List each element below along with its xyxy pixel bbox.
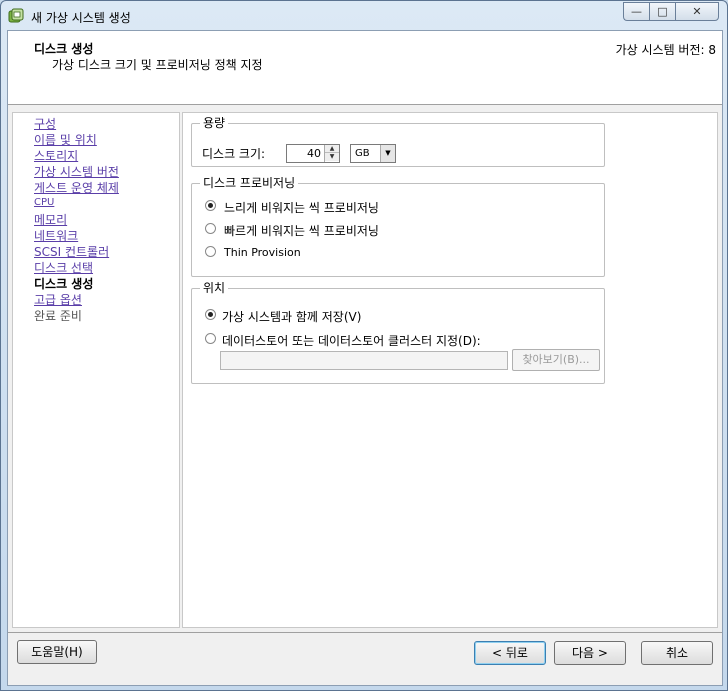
- nav-item-storage[interactable]: 스토리지: [34, 147, 78, 164]
- back-button[interactable]: < 뒤로: [474, 641, 546, 665]
- disk-size-spinner[interactable]: 40 ▲ ▼: [286, 144, 340, 163]
- nav-item-ready-to-complete: 완료 준비: [34, 309, 82, 323]
- disk-unit-value: GB: [355, 148, 370, 159]
- wizard-header: 디스크 생성 가상 디스크 크기 및 프로비저닝 정책 지정 가상 시스템 버전…: [8, 31, 722, 105]
- help-button[interactable]: 도움말(H): [17, 640, 97, 664]
- window-controls: — □ ✕: [623, 2, 719, 21]
- nav-item-name-location[interactable]: 이름 및 위치: [34, 131, 97, 148]
- vm-app-icon: [8, 8, 24, 23]
- wizard-step-nav: 구성 이름 및 위치 스토리지 가상 시스템 버전 게스트 운영 체제 CPU …: [12, 112, 180, 628]
- window-title: 새 가상 시스템 생성: [31, 11, 131, 25]
- nav-item-select-disk[interactable]: 디스크 선택: [34, 259, 93, 276]
- cancel-button[interactable]: 취소: [641, 641, 713, 665]
- specify-datastore-radio[interactable]: [205, 333, 216, 344]
- vm-version-label: 가상 시스템 버전: 8: [615, 43, 716, 57]
- eager-zeroed-label[interactable]: 빠르게 비워지는 씩 프로비저닝: [224, 222, 379, 239]
- nav-item-scsi-controller[interactable]: SCSI 컨트롤러: [34, 243, 109, 260]
- datastore-path-input: [220, 351, 508, 370]
- lazy-zeroed-radio[interactable]: [205, 200, 216, 211]
- store-with-vm-label[interactable]: 가상 시스템과 함께 저장(V): [222, 308, 361, 325]
- wizard-content: 용량 디스크 크기: 40 ▲ ▼ GB ▼ 디스크 프로비저닝 느리게 비워지: [182, 112, 718, 628]
- spinner-down-arrow-icon[interactable]: ▼: [325, 153, 339, 161]
- lazy-zeroed-label[interactable]: 느리게 비워지는 씩 프로비저닝: [224, 199, 379, 216]
- nav-item-advanced-options[interactable]: 고급 옵션: [34, 291, 82, 308]
- nav-item-network[interactable]: 네트워크: [34, 227, 78, 244]
- minimize-button[interactable]: —: [623, 2, 649, 21]
- page-subtitle: 가상 디스크 크기 및 프로비저닝 정책 지정: [52, 58, 263, 72]
- footer-divider: [8, 632, 722, 633]
- maximize-button[interactable]: □: [649, 2, 675, 21]
- capacity-group: 용량 디스크 크기: 40 ▲ ▼ GB ▼: [191, 116, 605, 167]
- chevron-down-icon[interactable]: ▼: [380, 145, 395, 162]
- location-legend: 위치: [200, 281, 229, 295]
- nav-item-vm-version[interactable]: 가상 시스템 버전: [34, 163, 119, 180]
- disk-size-label: 디스크 크기:: [202, 147, 266, 161]
- spinner-up-arrow-icon[interactable]: ▲: [325, 145, 339, 153]
- wizard-client-area: 디스크 생성 가상 디스크 크기 및 프로비저닝 정책 지정 가상 시스템 버전…: [7, 30, 723, 686]
- title-bar[interactable]: 새 가상 시스템 생성 — □ ✕: [1, 1, 727, 31]
- spinner-arrows: ▲ ▼: [324, 145, 339, 162]
- location-group: 위치 가상 시스템과 함께 저장(V) 데이터스토어 또는 데이터스토어 클러스…: [191, 281, 605, 384]
- nav-item-memory[interactable]: 메모리: [34, 211, 67, 228]
- disk-unit-select[interactable]: GB ▼: [350, 144, 396, 163]
- nav-item-guest-os[interactable]: 게스트 운영 체제: [34, 179, 119, 196]
- nav-item-config[interactable]: 구성: [34, 115, 56, 132]
- thin-provision-label[interactable]: Thin Provision: [224, 246, 301, 259]
- wizard-window: 새 가상 시스템 생성 — □ ✕ 디스크 생성 가상 디스크 크기 및 프로비…: [0, 0, 728, 691]
- provisioning-group: 디스크 프로비저닝 느리게 비워지는 씩 프로비저닝 빠르게 비워지는 씩 프로…: [191, 176, 605, 277]
- close-button[interactable]: ✕: [675, 2, 719, 21]
- page-title: 디스크 생성: [34, 42, 94, 56]
- specify-datastore-label[interactable]: 데이터스토어 또는 데이터스토어 클러스터 지정(D):: [222, 332, 481, 349]
- next-button[interactable]: 다음 >: [554, 641, 626, 665]
- nav-item-create-disk: 디스크 생성: [34, 277, 94, 291]
- nav-item-cpu[interactable]: CPU: [34, 197, 54, 208]
- eager-zeroed-radio[interactable]: [205, 223, 216, 234]
- provisioning-legend: 디스크 프로비저닝: [200, 176, 299, 190]
- capacity-legend: 용량: [200, 116, 229, 130]
- store-with-vm-radio[interactable]: [205, 309, 216, 320]
- thin-provision-radio[interactable]: [205, 246, 216, 257]
- disk-size-value: 40: [307, 147, 321, 160]
- browse-button: 찾아보기(B)...: [512, 349, 600, 371]
